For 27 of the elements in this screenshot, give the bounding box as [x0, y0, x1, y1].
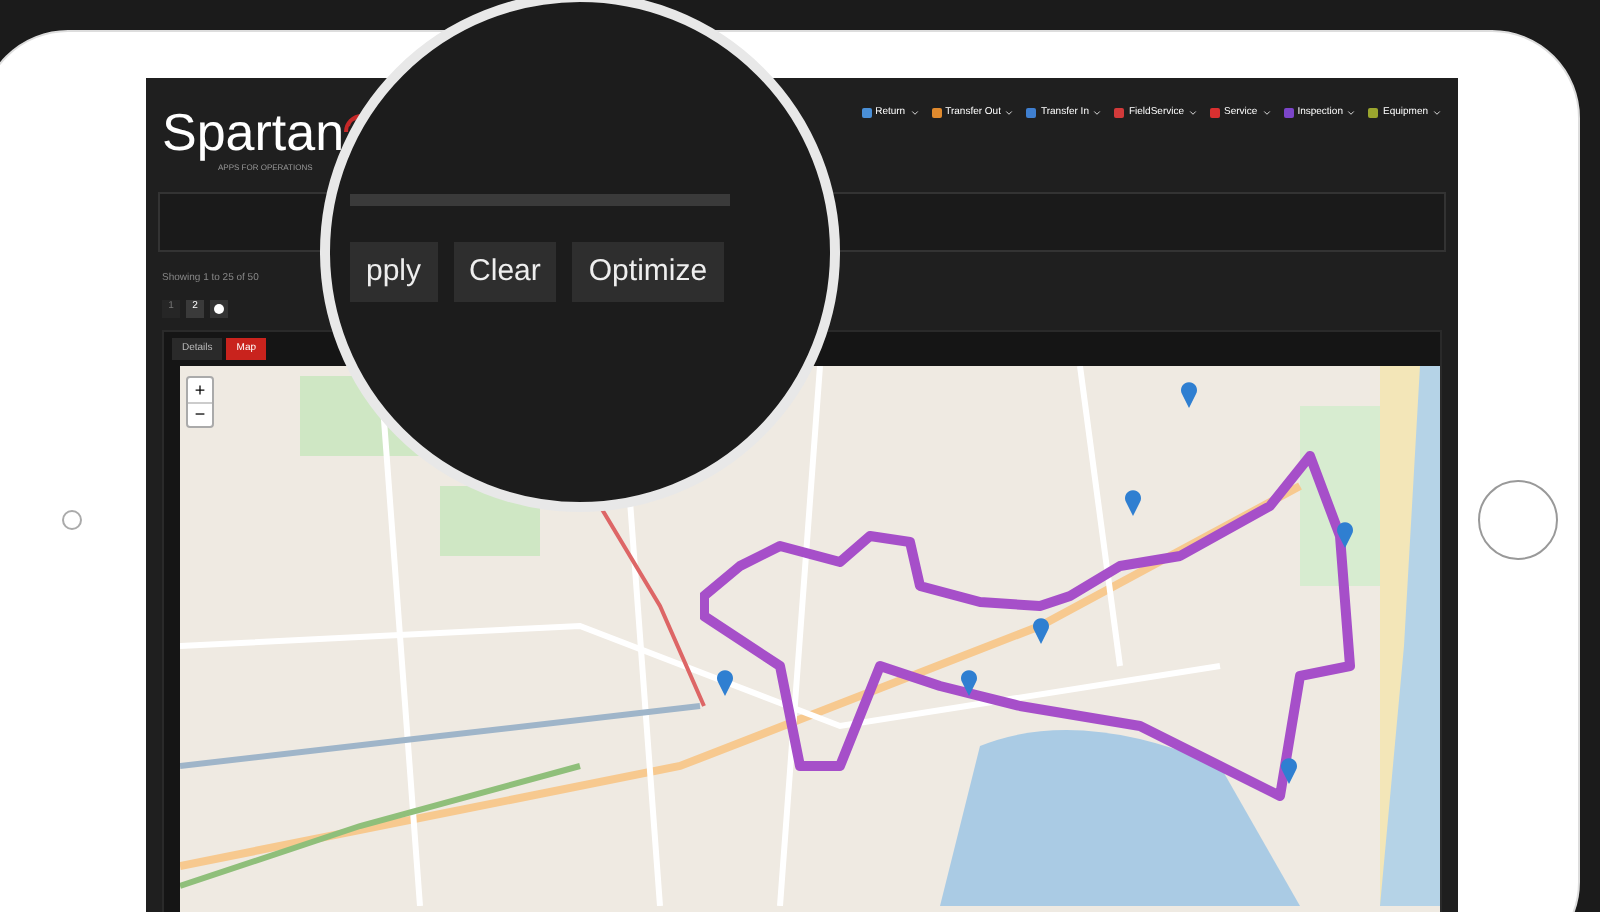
map-pin-icon: [716, 670, 734, 696]
home-button[interactable]: [1478, 480, 1558, 560]
zoom-out-button[interactable]: −: [188, 402, 212, 426]
signal-arcs-icon: [344, 110, 365, 134]
zoom-in-button[interactable]: +: [188, 378, 212, 402]
map-pin-icon: [1280, 758, 1298, 784]
caret-icon: [909, 108, 920, 119]
settings-button[interactable]: [210, 299, 228, 317]
map-pin-icon: [1124, 490, 1142, 516]
map-pin-icon: [960, 670, 978, 696]
map-pin-icon: [1336, 522, 1354, 548]
caret-icon: [1092, 108, 1103, 119]
action-button[interactable]: pply: [350, 242, 438, 302]
action-button[interactable]: Optimize: [572, 242, 724, 302]
brand-name: Spartan: [162, 106, 345, 158]
map-view[interactable]: + −: [180, 366, 1440, 912]
caret-icon: [1346, 108, 1357, 119]
filter-field[interactable]: [350, 194, 730, 206]
action-button[interactable]: Clear: [453, 242, 557, 302]
settings-icon: [214, 303, 224, 313]
caret-icon: [1261, 108, 1272, 119]
map-pin-icon: [1032, 618, 1050, 644]
map-pin-icon: [1180, 382, 1198, 408]
caret-icon: [1004, 108, 1015, 119]
camera-icon: [62, 510, 82, 530]
caret-icon: [1188, 108, 1198, 119]
caret-icon: [1432, 108, 1442, 119]
